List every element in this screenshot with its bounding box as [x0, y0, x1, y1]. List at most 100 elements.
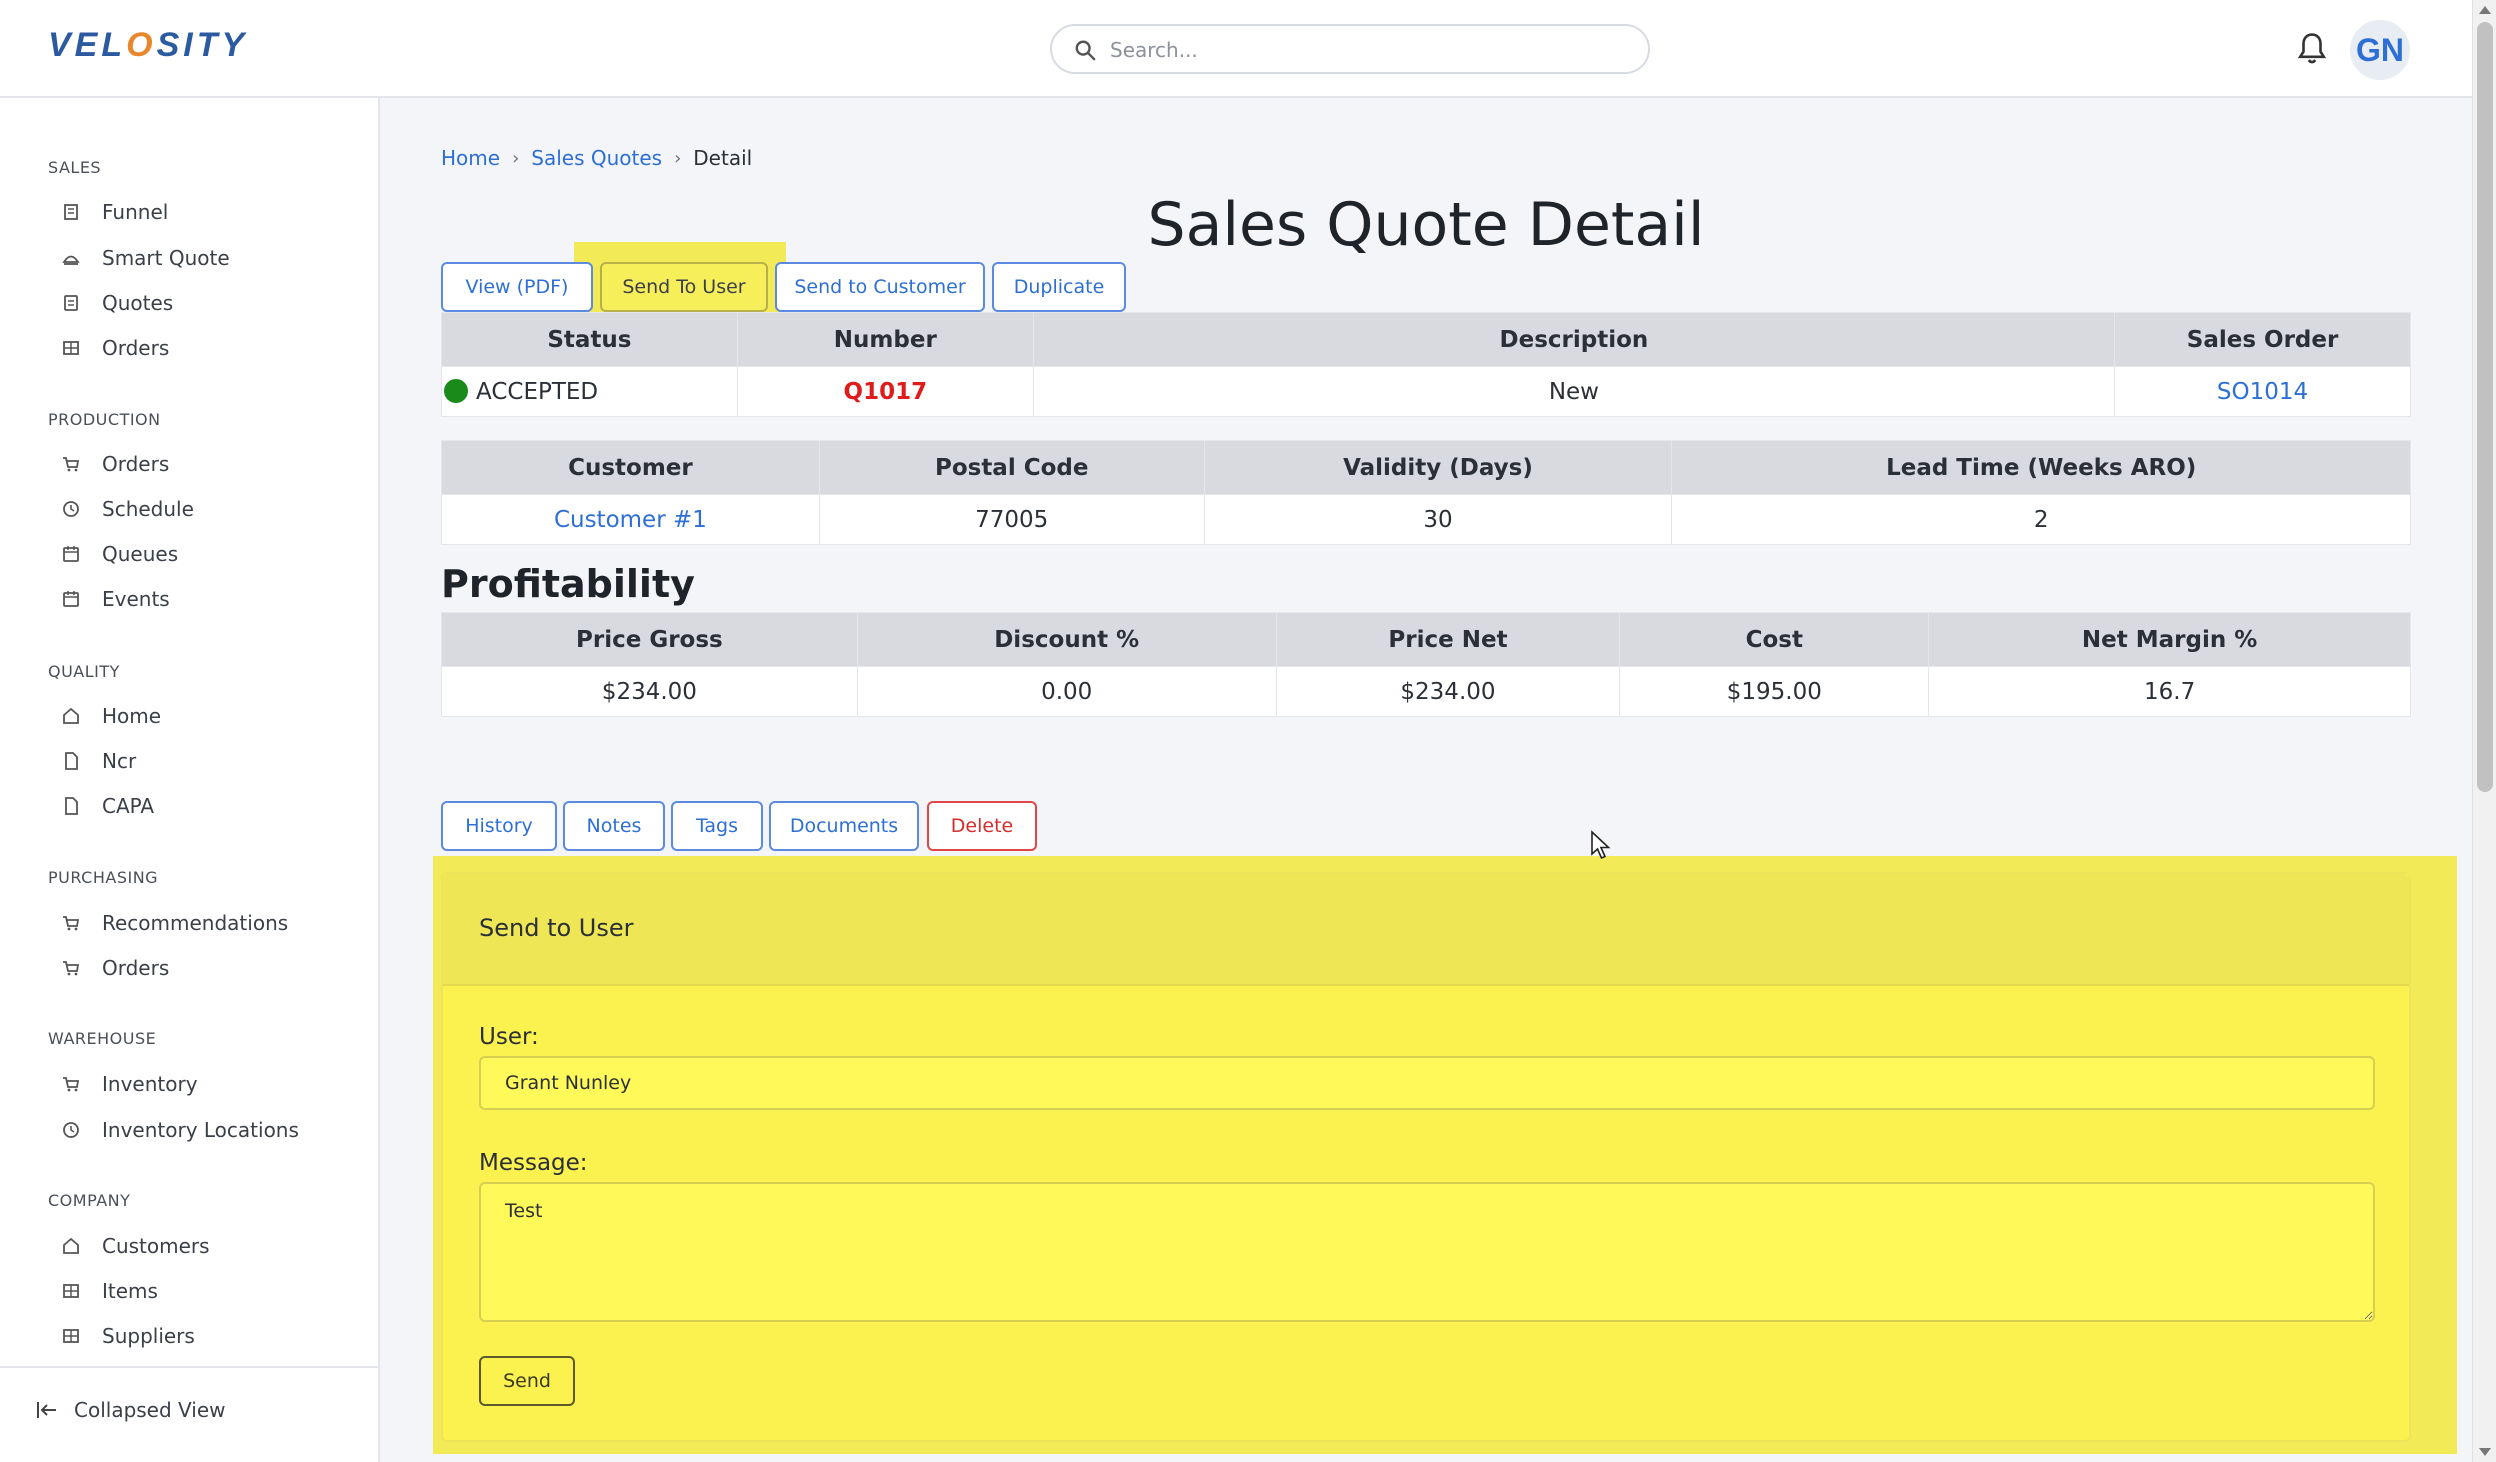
card-title: Send to User — [479, 914, 634, 942]
send-to-user-button[interactable]: Send To User — [600, 262, 768, 312]
sidebar-item-ncr[interactable]: Ncr — [48, 741, 348, 781]
sidebar-item-label: Quotes — [102, 291, 174, 315]
sidebar-item-label: Suppliers — [102, 1324, 195, 1348]
table-row: Customer #1 77005 30 2 — [441, 494, 2411, 545]
status-badge: ACCEPTED — [476, 378, 599, 405]
sidebar-item-capa[interactable]: CAPA — [48, 786, 348, 826]
sidebar-item-sales-orders[interactable]: Orders — [48, 328, 348, 368]
column-header-number: Number — [736, 312, 1034, 367]
column-header-description: Description — [1032, 312, 2116, 367]
sidebar-item-inventory[interactable]: Inventory — [48, 1064, 348, 1104]
tab-documents[interactable]: Documents — [769, 801, 919, 851]
column-header-sales-order: Sales Order — [2114, 312, 2411, 367]
price-gross-cell: $234.00 — [441, 666, 858, 717]
duplicate-button[interactable]: Duplicate — [992, 262, 1126, 312]
message-label: Message: — [479, 1150, 588, 1176]
net-margin-cell: 16.7 — [1928, 666, 2411, 717]
validity-cell: 30 — [1203, 494, 1673, 545]
sidebar-item-schedule[interactable]: Schedule — [48, 489, 348, 529]
user-avatar[interactable]: GN — [2350, 20, 2410, 80]
sidebar-item-label: Funnel — [102, 200, 169, 224]
chevron-right-icon: › — [512, 147, 520, 169]
clock-icon — [60, 498, 82, 520]
home-icon — [60, 1235, 82, 1257]
cart-icon — [60, 1073, 82, 1095]
quote-number-cell: Q1017 — [736, 366, 1034, 417]
sales-order-cell: SO1014 — [2114, 366, 2411, 417]
search-input[interactable] — [1110, 34, 1630, 66]
sidebar-footer: Collapsed View — [0, 1366, 378, 1462]
send-button[interactable]: Send — [479, 1356, 575, 1406]
velosity-logo[interactable]: VELOSITY — [48, 26, 248, 65]
chevron-right-icon: › — [674, 147, 682, 169]
section-title-company: COMPANY — [48, 1191, 131, 1210]
tab-history[interactable]: History — [441, 801, 557, 851]
sidebar-item-queues[interactable]: Queues — [48, 534, 348, 574]
table-row: $234.00 0.00 $234.00 $195.00 16.7 — [441, 666, 2411, 717]
sidebar-item-inventory-locations[interactable]: Inventory Locations — [48, 1110, 348, 1150]
section-title-production: PRODUCTION — [48, 410, 161, 429]
sidebar-item-smart-quote[interactable]: Smart Quote — [48, 238, 348, 278]
notification-bell-icon[interactable] — [2296, 32, 2328, 66]
sidebar-item-items[interactable]: Items — [48, 1271, 348, 1311]
calendar-icon — [60, 543, 82, 565]
collapsed-view-toggle[interactable]: Collapsed View — [36, 1398, 226, 1422]
sidebar-item-purchasing-orders[interactable]: Orders — [48, 948, 348, 988]
delete-button[interactable]: Delete — [927, 801, 1037, 851]
breadcrumb-sales-quotes[interactable]: Sales Quotes — [531, 146, 662, 170]
orders-icon — [60, 337, 82, 359]
sidebar-item-label: Home — [102, 704, 162, 728]
scrollbar-thumb[interactable] — [2477, 22, 2493, 792]
column-header-customer: Customer — [441, 440, 820, 495]
sidebar-item-production-orders[interactable]: Orders — [48, 444, 348, 484]
customer-link[interactable]: Customer #1 — [554, 507, 707, 533]
table-row: ACCEPTED Q1017 New SO1014 — [441, 366, 2411, 417]
breadcrumb-current: Detail — [693, 146, 753, 170]
price-net-cell: $234.00 — [1275, 666, 1621, 717]
description-cell: New — [1032, 366, 2116, 417]
grid-icon — [60, 1280, 82, 1302]
quote-summary-table: Status Number Description Sales Order AC… — [441, 312, 2411, 417]
sidebar-item-events[interactable]: Events — [48, 579, 348, 619]
postal-code-cell: 77005 — [818, 494, 1205, 545]
cost-cell: $195.00 — [1619, 666, 1930, 717]
sidebar-item-label: Inventory Locations — [102, 1118, 299, 1142]
top-header: VELOSITY GN — [0, 0, 2472, 98]
search-icon — [1075, 40, 1096, 61]
scroll-up-arrow-icon[interactable] — [2479, 6, 2491, 14]
sidebar-item-customers[interactable]: Customers — [48, 1226, 348, 1266]
discount-cell: 0.00 — [856, 666, 1277, 717]
sidebar-item-label: Schedule — [102, 497, 194, 521]
sidebar-item-funnel[interactable]: Funnel — [48, 192, 348, 232]
search-bar[interactable] — [1050, 24, 1650, 74]
mouse-cursor-icon — [1591, 830, 1611, 860]
sidebar-item-label: CAPA — [102, 794, 155, 818]
sidebar-item-label: Orders — [102, 452, 170, 476]
column-header-postal-code: Postal Code — [818, 440, 1205, 495]
sidebar-item-recommendations[interactable]: Recommendations — [48, 903, 348, 943]
quotes-icon — [60, 292, 82, 314]
breadcrumb-home[interactable]: Home — [441, 146, 500, 170]
tab-tags[interactable]: Tags — [671, 801, 763, 851]
sidebar-item-label: Queues — [102, 542, 179, 566]
column-header-net-margin: Net Margin % — [1928, 612, 2411, 667]
status-dot-icon — [444, 378, 468, 403]
sidebar-item-suppliers[interactable]: Suppliers — [48, 1316, 348, 1356]
profitability-heading: Profitability — [441, 562, 695, 606]
tab-notes[interactable]: Notes — [563, 801, 665, 851]
cart-icon — [60, 912, 82, 934]
page-scrollbar[interactable] — [2472, 0, 2496, 1462]
scroll-down-arrow-icon[interactable] — [2479, 1448, 2491, 1456]
customer-cell: Customer #1 — [441, 494, 820, 545]
user-field[interactable] — [479, 1056, 2375, 1110]
view-pdf-button[interactable]: View (PDF) — [441, 262, 593, 312]
sidebar-item-label: Orders — [102, 336, 170, 360]
send-to-customer-button[interactable]: Send to Customer — [775, 262, 985, 312]
sidebar-item-quotes[interactable]: Quotes — [48, 283, 348, 323]
quote-number: Q1017 — [843, 378, 928, 405]
sidebar-item-label: Events — [102, 587, 170, 611]
sidebar-item-quality-home[interactable]: Home — [48, 696, 348, 736]
sales-order-link[interactable]: SO1014 — [2217, 379, 2308, 405]
sidebar-item-label: Inventory — [102, 1072, 198, 1096]
message-textarea[interactable]: Test — [479, 1182, 2375, 1322]
